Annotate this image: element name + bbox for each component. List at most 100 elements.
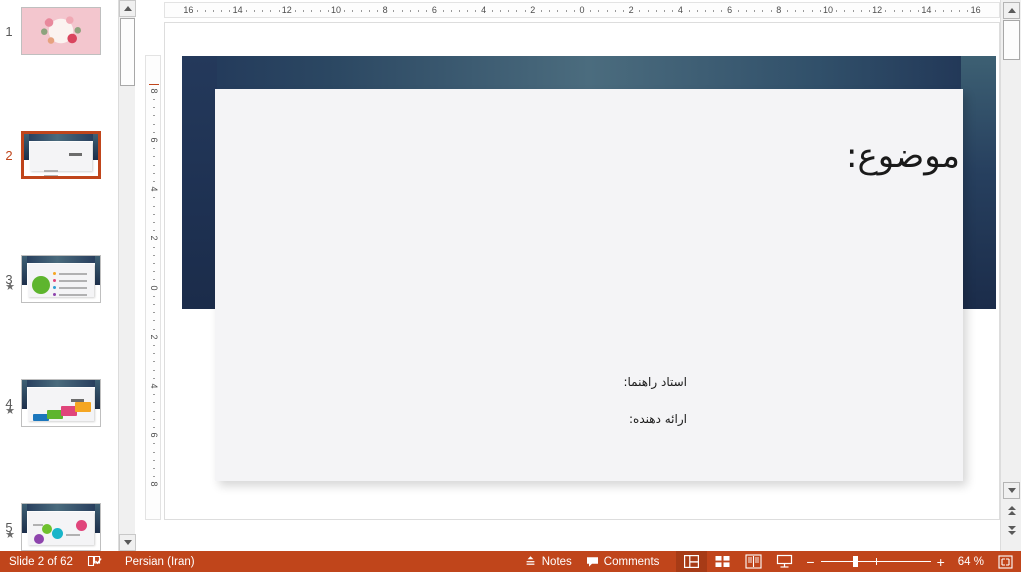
thumbnail-slide-2[interactable]: 2 bbox=[0, 124, 118, 186]
thumbnail-slide-3[interactable]: 3 ★ bbox=[0, 248, 118, 310]
zoom-control[interactable]: − + bbox=[800, 555, 950, 569]
ruler-tick bbox=[491, 10, 493, 12]
mini-card bbox=[30, 142, 92, 176]
chevron-up-icon bbox=[123, 6, 132, 11]
ruler-tick bbox=[426, 10, 428, 12]
ruler-tick bbox=[614, 10, 616, 12]
zoom-in-button[interactable]: + bbox=[937, 555, 945, 569]
ruler-tick bbox=[196, 10, 198, 12]
mini-graphic bbox=[53, 272, 56, 275]
ruler-tick bbox=[245, 10, 247, 12]
ruler-tick bbox=[819, 10, 821, 12]
ruler-tick bbox=[153, 312, 155, 314]
thumbnail-slide-4[interactable]: 4 ★ bbox=[0, 372, 118, 434]
ruler-tick bbox=[153, 459, 155, 461]
reading-view-button[interactable] bbox=[738, 551, 769, 572]
slide-editing-area[interactable]: موضوع: استاد راهنما: ارائه دهنده: bbox=[164, 22, 1000, 520]
ruler-tick bbox=[153, 213, 155, 215]
mini-slide-background bbox=[24, 134, 98, 176]
ruler-tick-label: 14 bbox=[921, 5, 932, 15]
ruler-tick-label: 10 bbox=[822, 5, 834, 15]
ruler-tick-label: 0 bbox=[149, 284, 159, 291]
slide-body-line-presenter: ارائه دهنده: bbox=[629, 412, 687, 426]
ruler-tick bbox=[787, 10, 788, 12]
thumbnail-preview[interactable] bbox=[21, 7, 101, 55]
mini-title-text bbox=[69, 153, 82, 156]
normal-view-button[interactable] bbox=[676, 551, 708, 572]
zoom-level-indicator[interactable]: 64 % bbox=[951, 551, 991, 572]
zoom-out-button[interactable]: − bbox=[806, 555, 814, 569]
ruler-tick bbox=[967, 10, 969, 12]
ruler-tick-label: 12 bbox=[872, 5, 883, 15]
ruler-tick bbox=[153, 98, 155, 100]
chevron-up-icon bbox=[1007, 511, 1016, 515]
ruler-tick bbox=[153, 197, 155, 199]
ruler-tick bbox=[153, 115, 155, 117]
slide-pane-scrollbar[interactable] bbox=[1000, 0, 1021, 551]
fit-slide-to-window-button[interactable] bbox=[991, 551, 1021, 572]
slide-scroll-down-button[interactable] bbox=[1003, 482, 1020, 499]
ruler-tick bbox=[811, 10, 813, 12]
mini-body-text bbox=[59, 294, 87, 296]
ruler-tick bbox=[688, 10, 690, 12]
ruler-tick bbox=[229, 10, 231, 12]
thumbnail-preview[interactable] bbox=[21, 379, 101, 427]
ruler-tick bbox=[508, 10, 510, 12]
mini-graphic bbox=[32, 276, 50, 294]
mini-slide-background bbox=[22, 8, 100, 54]
ruler-tick bbox=[153, 205, 155, 207]
slide-band-left bbox=[182, 56, 217, 309]
thumbnail-scrollbar-thumb[interactable] bbox=[120, 18, 135, 86]
thumbnail-pane-scrollbar[interactable] bbox=[118, 0, 136, 551]
ruler-tick bbox=[844, 10, 846, 12]
ruler-tick bbox=[401, 10, 403, 12]
thumbnail-preview[interactable] bbox=[21, 503, 101, 551]
proofing-status-button[interactable] bbox=[80, 551, 109, 572]
ruler-tick bbox=[153, 410, 155, 412]
ruler-tick-label: 12 bbox=[281, 5, 292, 15]
ruler-tick bbox=[500, 10, 501, 12]
slide-body-placeholder[interactable]: استاد راهنما: ارائه دهنده: bbox=[357, 376, 687, 450]
thumbnail-preview-selected[interactable] bbox=[21, 131, 101, 179]
notes-button[interactable]: Notes bbox=[517, 551, 579, 572]
zoom-slider[interactable] bbox=[820, 556, 931, 567]
fit-to-window-icon bbox=[998, 554, 1013, 569]
chevron-down-icon bbox=[1007, 526, 1016, 530]
thumbnail-preview[interactable] bbox=[21, 255, 101, 303]
zoom-level-label: 64 % bbox=[957, 555, 984, 568]
ruler-tick bbox=[303, 10, 305, 12]
ruler-tick bbox=[153, 361, 155, 363]
ruler-tick bbox=[153, 443, 155, 445]
thumbnail-scroll-up-button[interactable] bbox=[119, 0, 136, 17]
ruler-tick bbox=[836, 10, 838, 12]
mini-band-top bbox=[24, 134, 98, 141]
slide-title-placeholder[interactable]: موضوع: bbox=[540, 136, 960, 206]
current-slide[interactable]: موضوع: استاد راهنما: ارائه دهنده: bbox=[182, 56, 996, 514]
slide-scroll-up-button[interactable] bbox=[1003, 2, 1020, 19]
ruler-tick bbox=[204, 10, 206, 12]
slide-thumbnail-pane[interactable]: 1 2 3 ★ 4 ★ 5 ★ bbox=[0, 0, 118, 551]
ruler-tick bbox=[352, 10, 354, 12]
ruler-tick bbox=[311, 10, 313, 12]
ruler-tick-label: 6 bbox=[727, 5, 733, 15]
ruler-tick bbox=[623, 10, 624, 12]
thumbnail-scroll-down-button[interactable] bbox=[119, 534, 136, 551]
mini-band-left bbox=[22, 504, 27, 533]
slide-scrollbar-thumb[interactable] bbox=[1003, 20, 1020, 60]
previous-slide-button[interactable] bbox=[1003, 502, 1020, 519]
zoom-slider-handle[interactable] bbox=[852, 556, 858, 567]
slide-sorter-view-button[interactable] bbox=[707, 551, 738, 572]
horizontal-ruler[interactable]: 16 14 12 10 8 6 4 2 0 2 4 6 8 10 12 14 16 bbox=[164, 2, 1000, 18]
slide-show-view-button[interactable] bbox=[769, 551, 800, 572]
vertical-ruler[interactable]: 8 6 4 2 0 2 4 6 8 bbox=[145, 55, 161, 520]
language-indicator[interactable]: Persian (Iran) bbox=[109, 551, 202, 572]
comments-button[interactable]: Comments bbox=[579, 551, 667, 572]
slide-sorter-icon bbox=[715, 556, 730, 567]
thumbnail-slide-1[interactable]: 1 bbox=[0, 0, 118, 62]
next-slide-button[interactable] bbox=[1003, 522, 1020, 539]
ruler-tick bbox=[213, 10, 214, 12]
mini-band-left bbox=[22, 256, 27, 285]
thumbnail-slide-5[interactable]: 5 ★ bbox=[0, 496, 118, 551]
floral-wreath-icon bbox=[41, 14, 81, 48]
slide-indicator[interactable]: Slide 2 of 62 bbox=[0, 551, 80, 572]
